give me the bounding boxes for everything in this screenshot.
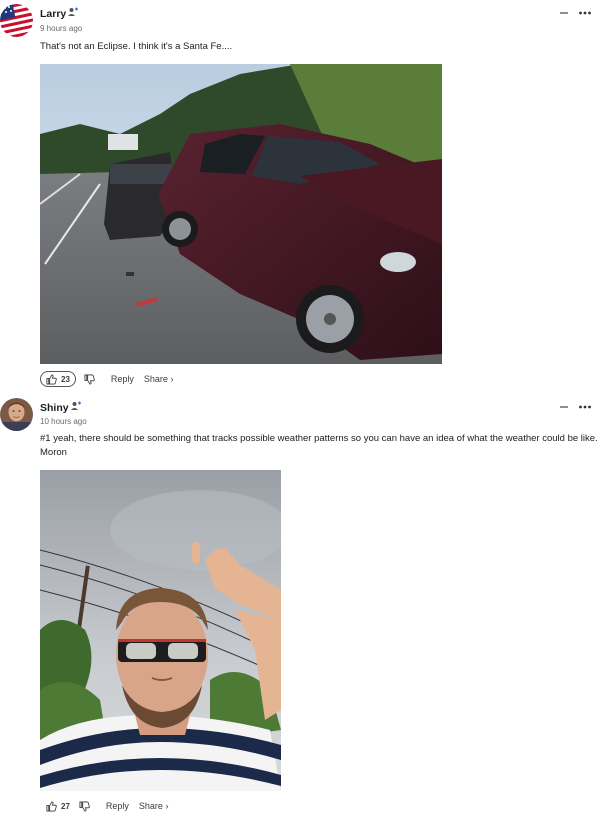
thumbs-down-icon [84, 374, 95, 384]
more-options-icon[interactable] [578, 402, 592, 412]
comment-text: That's not an Eclipse. I think it's a Sa… [40, 41, 233, 52]
reply-button[interactable]: Reply [111, 374, 134, 384]
like-count: 27 [61, 801, 70, 811]
dislike-button[interactable] [84, 374, 95, 385]
like-button[interactable]: 27 [40, 798, 71, 814]
selfie-image [40, 470, 281, 791]
comment-item: Larry 9 hours ago That's not an Eclipse.… [0, 0, 600, 395]
avatar[interactable] [0, 398, 33, 431]
thumbs-up-icon [46, 374, 57, 384]
thumbs-up-icon [46, 801, 57, 811]
user-photo-avatar-image [0, 398, 33, 431]
follow-user-icon[interactable] [70, 400, 82, 412]
share-button[interactable]: Share › [144, 374, 174, 384]
comment-item: Shiny 10 hours ago #1 yeah, there should… [0, 395, 600, 818]
reply-button[interactable]: Reply [106, 801, 129, 811]
thumbs-down-icon [79, 801, 90, 811]
like-count: 23 [61, 374, 70, 384]
car-crash-photo[interactable] [40, 64, 442, 364]
comment-text: #1 yeah, there should be something that … [40, 433, 598, 458]
more-options-icon[interactable] [578, 8, 592, 18]
follow-user-icon[interactable] [67, 6, 79, 18]
comment-actions: 27 Reply Share › [40, 797, 168, 815]
minimize-icon[interactable] [559, 402, 569, 412]
timestamp: 10 hours ago [40, 417, 87, 426]
timestamp: 9 hours ago [40, 24, 83, 33]
dislike-button[interactable] [79, 801, 90, 812]
share-button[interactable]: Share › [139, 801, 169, 811]
username[interactable]: Shiny [40, 402, 69, 414]
username[interactable]: Larry [40, 8, 66, 20]
car-crash-image [40, 64, 442, 364]
avatar[interactable] [0, 4, 33, 37]
minimize-icon[interactable] [559, 8, 569, 18]
comment-actions: 23 Reply Share › [40, 370, 173, 388]
flag-avatar-image [0, 4, 33, 37]
selfie-eclipse-glasses-photo[interactable] [40, 470, 281, 791]
like-button[interactable]: 23 [40, 371, 76, 387]
